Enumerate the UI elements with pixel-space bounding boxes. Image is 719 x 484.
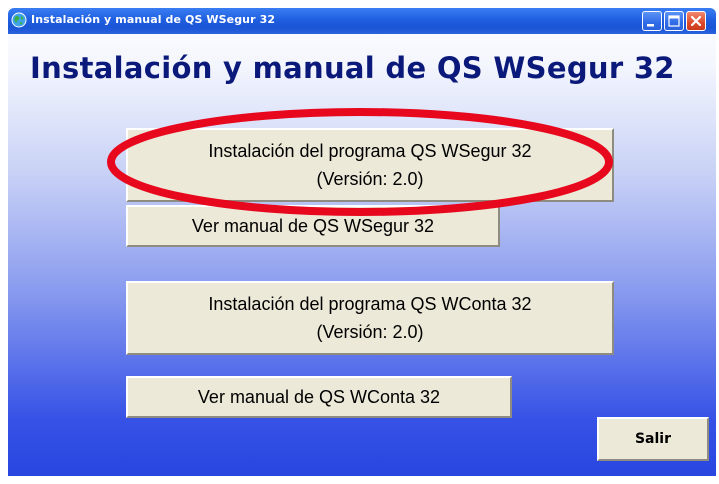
- window-title: Instalación y manual de QS WSegur 32: [31, 13, 276, 26]
- exit-label: Salir: [634, 431, 672, 447]
- app-window: Instalación y manual de QS WSegur 32 Ins…: [8, 8, 716, 476]
- page-title: Instalación y manual de QS WSegur 32: [30, 51, 675, 85]
- install-wsegur-version: (Versión: 2.0): [316, 169, 424, 189]
- manual-wconta-label: Ver manual de QS WConta 32: [197, 387, 441, 407]
- maximize-icon: [668, 15, 680, 27]
- install-wconta-label: Instalación del programa QS WConta 32: [208, 294, 532, 314]
- install-wsegur-button[interactable]: Instalación del programa QS WSegur 32 (V…: [126, 128, 614, 202]
- maximize-button[interactable]: [664, 11, 684, 31]
- minimize-icon: [647, 24, 654, 27]
- install-wsegur-label: Instalación del programa QS WSegur 32: [208, 141, 532, 161]
- close-icon: [690, 15, 702, 27]
- install-wconta-version: (Versión: 2.0): [316, 322, 424, 342]
- install-wconta-button[interactable]: Instalación del programa QS WConta 32 (V…: [126, 281, 614, 355]
- title-bar[interactable]: Instalación y manual de QS WSegur 32: [8, 8, 716, 34]
- manual-wsegur-button[interactable]: Ver manual de QS WSegur 32: [126, 205, 500, 247]
- manual-wconta-button[interactable]: Ver manual de QS WConta 32: [126, 376, 512, 418]
- exit-button[interactable]: Salir: [597, 417, 709, 461]
- manual-wsegur-label: Ver manual de QS WSegur 32: [191, 216, 435, 236]
- minimize-button[interactable]: [642, 11, 662, 31]
- globe-icon[interactable]: [11, 12, 27, 28]
- close-button[interactable]: [686, 11, 706, 31]
